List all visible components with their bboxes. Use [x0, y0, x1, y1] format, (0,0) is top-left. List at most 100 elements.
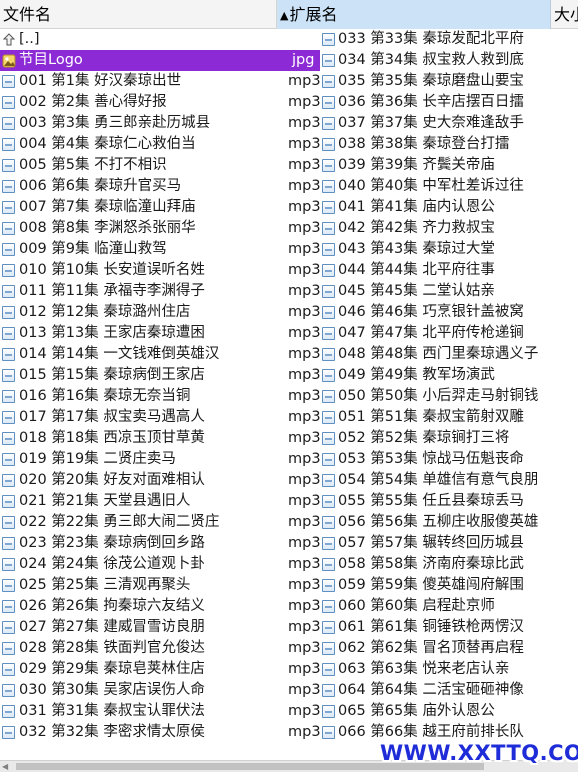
file-row[interactable]: 056 第56集 五柳庄收服傻英雄 — [320, 512, 578, 533]
file-row[interactable]: 014 第14集 一文钱难倒英雄汉 mp3 — [0, 344, 320, 365]
file-row[interactable]: 045 第45集 二堂认姑亲 — [320, 281, 578, 302]
file-row[interactable]: 053 第53集 惊战马伍魁丧命 — [320, 449, 578, 470]
image-file-icon — [2, 54, 16, 68]
file-row[interactable]: 059 第59集 傻英雄闯府解围 — [320, 575, 578, 596]
file-row[interactable]: 054 第54集 单雄信有意气良朋 — [320, 470, 578, 491]
file-name: 061 第61集 铜锤铁枪两愣汉 — [338, 619, 524, 635]
file-extension: mp3 — [288, 682, 320, 698]
file-row[interactable]: 055 第55集 任丘县秦琼丢马 — [320, 491, 578, 512]
file-name: 038 第38集 秦琼登台打擂 — [338, 136, 510, 152]
file-row[interactable]: 035 第35集 秦琼磨盘山要宝 — [320, 71, 578, 92]
file-row[interactable]: 044 第44集 北平府往事 — [320, 260, 578, 281]
file-row[interactable]: 013 第13集 王家店秦琼遭困 mp3 — [0, 323, 320, 344]
file-row[interactable]: 032 第32集 李密求情太原侯 mp3 — [0, 722, 320, 743]
file-row[interactable]: 040 第40集 中军杜差诉过往 — [320, 176, 578, 197]
file-row[interactable]: 038 第38集 秦琼登台打擂 — [320, 134, 578, 155]
file-row[interactable]: 022 第22集 勇三郎大闹二贤庄 mp3 — [0, 512, 320, 533]
header-extension[interactable]: ▲扩展名 — [276, 0, 551, 29]
up-folder-icon — [2, 33, 16, 47]
file-row[interactable]: 041 第41集 庙内认恩公 — [320, 197, 578, 218]
file-row[interactable]: 065 第65集 庙外认恩公 — [320, 701, 578, 722]
file-extension: mp3 — [288, 472, 320, 488]
file-name: 045 第45集 二堂认姑亲 — [338, 283, 495, 299]
file-extension: mp3 — [288, 493, 320, 509]
scroll-left-icon[interactable]: ◀ — [2, 762, 10, 771]
file-row[interactable]: 010 第10集 长安道误听名姓 mp3 — [0, 260, 320, 281]
file-row[interactable]: 050 第50集 小后羿走马射铜钱 — [320, 386, 578, 407]
file-row[interactable]: 节目Logo jpg — [0, 50, 320, 71]
audio-file-icon — [2, 495, 16, 509]
file-row[interactable]: 033 第33集 秦琼发配北平府 — [320, 29, 578, 50]
file-row[interactable]: 025 第25集 三清观再聚头 mp3 — [0, 575, 320, 596]
file-row[interactable]: 036 第36集 长辛店摆百日擂 — [320, 92, 578, 113]
file-row[interactable]: 034 第34集 叔宝救人救到底 — [320, 50, 578, 71]
file-row[interactable]: 043 第43集 秦琼过大堂 — [320, 239, 578, 260]
file-row[interactable]: 028 第28集 铁面判官允俊达 mp3 — [0, 638, 320, 659]
file-row[interactable]: 027 第27集 建威冒雪访良朋 mp3 — [0, 617, 320, 638]
file-row[interactable]: 004 第4集 秦琼仁心救伯当 mp3 — [0, 134, 320, 155]
file-row[interactable]: 063 第63集 悦来老店认亲 — [320, 659, 578, 680]
file-row[interactable]: 008 第8集 李渊怒杀张丽华 mp3 — [0, 218, 320, 239]
file-row[interactable]: 007 第7集 秦琼临潼山拜庙 mp3 — [0, 197, 320, 218]
file-row[interactable]: 049 第49集 教军场演武 — [320, 365, 578, 386]
file-row[interactable]: 062 第62集 冒名顶替再启程 — [320, 638, 578, 659]
file-row[interactable]: 001 第1集 好汉秦琼出世 mp3 — [0, 71, 320, 92]
file-row[interactable]: 002 第2集 善心得好报 mp3 — [0, 92, 320, 113]
file-row[interactable]: 042 第42集 齐力救叔宝 — [320, 218, 578, 239]
file-row[interactable]: [..] — [0, 29, 320, 50]
file-row[interactable]: 046 第46集 巧烹银针盖被窝 — [320, 302, 578, 323]
file-row[interactable]: 018 第18集 西凉玉顶甘草黄 mp3 — [0, 428, 320, 449]
file-row[interactable]: 017 第17集 叔宝卖马遇高人 mp3 — [0, 407, 320, 428]
file-row[interactable]: 060 第60集 启程赴京师 — [320, 596, 578, 617]
audio-file-icon — [2, 285, 16, 299]
file-row[interactable]: 037 第37集 史大奈难逢敌手 — [320, 113, 578, 134]
file-extension: mp3 — [288, 577, 320, 593]
file-row[interactable]: 024 第24集 徐茂公道观卜卦 mp3 — [0, 554, 320, 575]
audio-file-icon — [322, 390, 336, 404]
file-row[interactable]: 051 第51集 秦叔宝箭射双雕 — [320, 407, 578, 428]
file-row[interactable]: 020 第20集 好友对面难相认 mp3 — [0, 470, 320, 491]
file-row[interactable]: 047 第47集 北平府传枪递锏 — [320, 323, 578, 344]
audio-file-icon — [2, 159, 16, 173]
file-row[interactable]: 058 第58集 济南府秦琼比武 — [320, 554, 578, 575]
file-row[interactable]: 031 第31集 秦叔宝认罪伏法 mp3 — [0, 701, 320, 722]
file-row[interactable]: 048 第48集 西门里秦琼遇义子 — [320, 344, 578, 365]
file-row[interactable]: 061 第61集 铜锤铁枪两愣汉 — [320, 617, 578, 638]
file-row[interactable]: 030 第30集 吴家店误伤人命 mp3 — [0, 680, 320, 701]
file-row[interactable]: 019 第19集 二贤庄卖马 mp3 — [0, 449, 320, 470]
file-row[interactable]: 012 第12集 秦琼潞州住店 mp3 — [0, 302, 320, 323]
file-row[interactable]: 021 第21集 天堂县遇旧人 mp3 — [0, 491, 320, 512]
file-name: 060 第60集 启程赴京师 — [338, 598, 495, 614]
file-row[interactable]: 006 第6集 秦琼升官买马 mp3 — [0, 176, 320, 197]
file-name: 006 第6集 秦琼升官买马 — [19, 178, 182, 194]
file-row[interactable]: 003 第3集 勇三郎亲赴历城县 mp3 — [0, 113, 320, 134]
file-row[interactable]: 039 第39集 齐鬓关帝庙 — [320, 155, 578, 176]
audio-file-icon — [2, 663, 16, 677]
file-row[interactable]: 009 第9集 临潼山救驾 mp3 — [0, 239, 320, 260]
audio-file-icon — [322, 96, 336, 110]
file-extension: mp3 — [288, 598, 320, 614]
file-row[interactable]: 057 第57集 辗转终回历城县 — [320, 533, 578, 554]
file-row[interactable]: 023 第23集 秦琼病倒回乡路 mp3 — [0, 533, 320, 554]
audio-file-icon — [2, 222, 16, 236]
header-filename[interactable]: 文件名 — [0, 0, 276, 29]
file-row[interactable]: 052 第52集 秦琼锏打三将 — [320, 428, 578, 449]
audio-file-icon — [2, 642, 16, 656]
file-name: 040 第40集 中军杜差诉过往 — [338, 178, 524, 194]
audio-file-icon — [322, 117, 336, 131]
file-name: 028 第28集 铁面判官允俊达 — [19, 640, 205, 656]
file-name: 030 第30集 吴家店误伤人命 — [19, 682, 205, 698]
file-row[interactable]: 016 第16集 秦琼无奈当铜 mp3 — [0, 386, 320, 407]
file-row[interactable]: 029 第29集 秦琼皂荚林住店 mp3 — [0, 659, 320, 680]
file-row[interactable]: 026 第26集 拘秦琼六友结义 mp3 — [0, 596, 320, 617]
file-extension: mp3 — [288, 556, 320, 572]
audio-file-icon — [322, 516, 336, 530]
file-row[interactable]: 064 第64集 二活宝砸砸神像 — [320, 680, 578, 701]
file-name: 036 第36集 长辛店摆百日擂 — [338, 94, 524, 110]
file-row[interactable]: 015 第15集 秦琼病倒王家店 mp3 — [0, 365, 320, 386]
header-size[interactable]: 大小 — [551, 0, 578, 29]
file-row[interactable]: 011 第11集 承福寺李渊得子 mp3 — [0, 281, 320, 302]
audio-file-icon — [322, 705, 336, 719]
file-name: 057 第57集 辗转终回历城县 — [338, 535, 524, 551]
file-row[interactable]: 005 第5集 不打不相识 mp3 — [0, 155, 320, 176]
